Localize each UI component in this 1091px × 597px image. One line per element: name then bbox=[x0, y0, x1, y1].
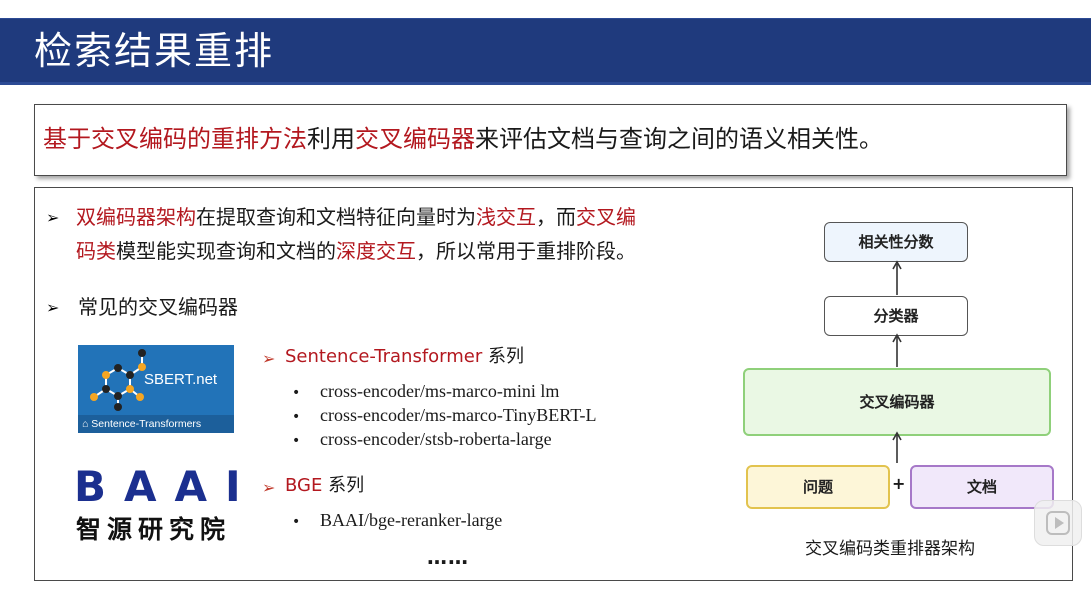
bge-series-heading: BGE 系列 bbox=[285, 469, 364, 503]
bge-series-name: BGE bbox=[285, 475, 323, 496]
sbert-footer-text: Sentence-Transformers bbox=[91, 418, 202, 430]
list-dot-icon: • bbox=[292, 433, 301, 449]
bullet-1-highlight-deep: 深度交互 bbox=[336, 239, 416, 263]
play-button[interactable] bbox=[1034, 500, 1082, 546]
diagram-arrows bbox=[892, 260, 902, 463]
list-dot-icon: • bbox=[292, 385, 301, 401]
baai-logo-cn: 智源研究院 bbox=[76, 515, 232, 544]
bullet-1-highlight-dual: 双编码器架构 bbox=[76, 205, 196, 229]
bullet-1-text-d: ，所以常用于重排阶段。 bbox=[416, 239, 636, 263]
bullet-2-text: 常见的交叉编码器 bbox=[78, 295, 238, 319]
summary-highlight-encoder: 交叉编码器 bbox=[355, 125, 475, 153]
list-dot-icon: • bbox=[292, 409, 301, 425]
question-box: 问题 bbox=[746, 465, 890, 509]
st-model-item: cross-encoder/ms-marco-TinyBERT-L bbox=[320, 405, 597, 425]
st-model-item: cross-encoder/ms-marco-mini lm bbox=[320, 381, 560, 401]
sbert-logo: SBERT.net ⌂ Sentence-Transformers bbox=[78, 345, 234, 433]
bullet-1-highlight-cross-a: 交叉编 bbox=[576, 205, 636, 229]
sub-arrow-icon: ➢ bbox=[262, 478, 276, 497]
bullet-arrow-icon: ➢ bbox=[46, 298, 60, 317]
st-model-item: cross-encoder/stsb-roberta-large bbox=[320, 429, 552, 449]
title-bar: 检索结果重排 bbox=[0, 18, 1091, 83]
bullet-1-text-b: ，而 bbox=[536, 205, 576, 229]
plus-sign: + bbox=[892, 474, 906, 493]
summary-box: 基于交叉编码的重排方法利用交叉编码器来评估文档与查询之间的语义相关性。 bbox=[34, 104, 1067, 176]
ellipsis: …… bbox=[427, 545, 469, 569]
summary-text-use: 利用 bbox=[307, 125, 355, 153]
summary-highlight-method: 基于交叉编码的重排方法 bbox=[43, 125, 307, 153]
slide-title: 检索结果重排 bbox=[34, 29, 275, 73]
st-series-suffix: 系列 bbox=[482, 346, 525, 367]
bullet-1-text-c: 模型能实现查询和文档的 bbox=[116, 239, 336, 263]
st-series-name: Sentence-Transformer bbox=[285, 346, 483, 367]
bullet-arrow-icon: ➢ bbox=[46, 208, 60, 227]
summary-text: 基于交叉编码的重排方法利用交叉编码器来评估文档与查询之间的语义相关性。 bbox=[43, 123, 883, 155]
baai-logo-text: BAAI bbox=[74, 462, 259, 511]
diagram-caption: 交叉编码类重排器架构 bbox=[805, 539, 975, 559]
play-icon bbox=[1046, 511, 1070, 535]
bullet-1-highlight-shallow: 浅交互 bbox=[476, 205, 536, 229]
bge-model-item: BAAI/bge-reranker-large bbox=[320, 510, 503, 530]
bge-series-suffix: 系列 bbox=[322, 475, 365, 496]
list-dot-icon: • bbox=[292, 514, 301, 530]
bullet-1-text-a: 在提取查询和文档特征向量时为 bbox=[196, 205, 476, 229]
title-underline bbox=[0, 82, 1091, 85]
sub-arrow-icon: ➢ bbox=[262, 349, 276, 368]
sbert-logo-footer: ⌂ Sentence-Transformers bbox=[78, 415, 234, 433]
document-box: 文档 bbox=[910, 465, 1054, 509]
home-icon: ⌂ bbox=[82, 418, 89, 430]
bullet-1-highlight-cross-b: 码类 bbox=[76, 239, 116, 263]
bullet-1-line-2: 码类模型能实现查询和文档的深度交互，所以常用于重排阶段。 bbox=[76, 234, 636, 268]
st-series-heading: Sentence-Transformer 系列 bbox=[285, 340, 524, 374]
summary-text-rest: 来评估文档与查询之间的语义相关性。 bbox=[475, 125, 883, 153]
bullet-1-line-1: 双编码器架构在提取查询和文档特征向量时为浅交互，而交叉编 bbox=[76, 200, 636, 234]
sbert-logo-text: SBERT.net bbox=[144, 371, 218, 388]
